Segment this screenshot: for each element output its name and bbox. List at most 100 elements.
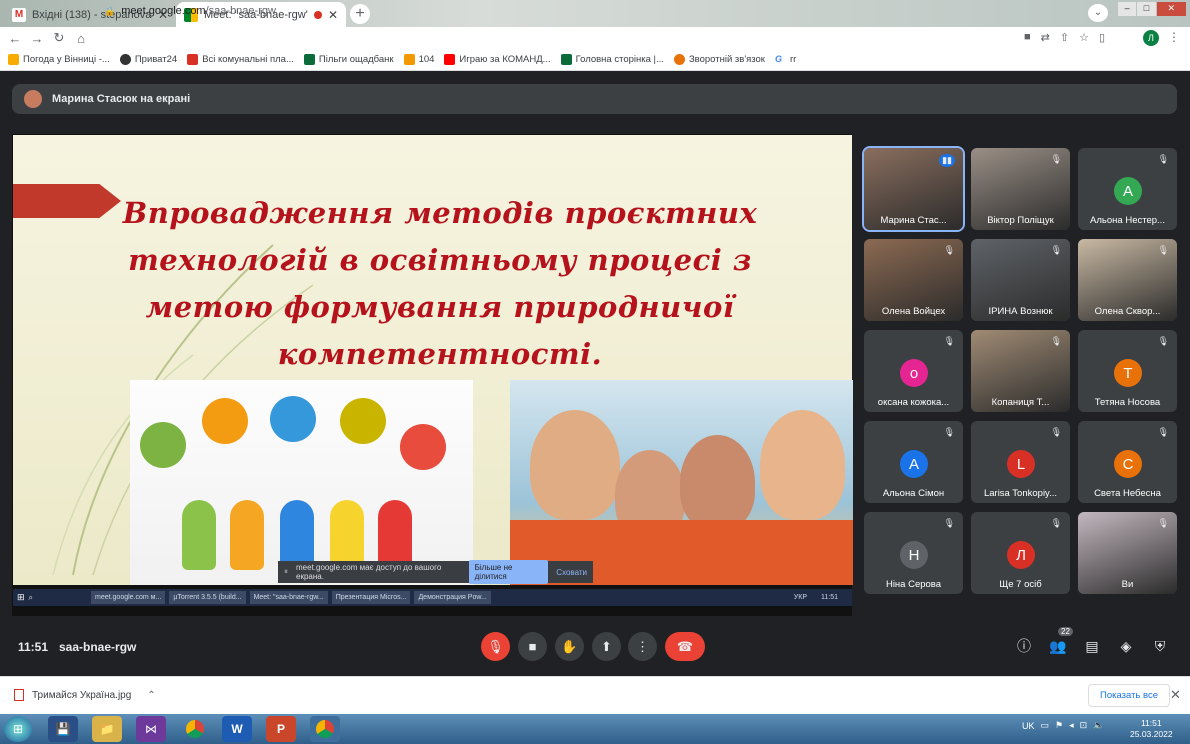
show-all-downloads-button[interactable]: Показать все: [1088, 684, 1170, 707]
battery-icon[interactable]: ▭: [1041, 720, 1050, 731]
bookmark-item[interactable]: Приват24: [119, 54, 178, 65]
mic-off-icon: 🎙: [943, 336, 955, 346]
tray-arrow-icon[interactable]: ◂: [1069, 720, 1074, 731]
hangup-icon: ☎: [676, 638, 694, 654]
hide-button[interactable]: Сховати: [556, 568, 587, 577]
leave-call-button[interactable]: ☎: [665, 632, 705, 661]
mic-off-icon: 🎙: [943, 427, 955, 437]
volume-icon[interactable]: 🔈: [1093, 720, 1104, 731]
forward-icon[interactable]: →: [26, 31, 48, 46]
activities-button[interactable]: ◈: [1116, 636, 1136, 656]
sidepanel-icon[interactable]: ▯: [1099, 31, 1105, 44]
close-window-icon[interactable]: ✕: [1156, 2, 1186, 16]
presenter-banner: Марина Стасюк на екрані: [12, 84, 1177, 114]
participant-tile[interactable]: Л 🎙 Ще 7 осіб: [971, 512, 1070, 594]
participant-tile[interactable]: о 🎙 оксана кожока...: [864, 330, 963, 412]
system-clock[interactable]: 11:51 25.03.2022: [1130, 718, 1173, 740]
mic-off-icon: 🎙: [1050, 154, 1062, 164]
raise-hand-button[interactable]: ✋: [555, 632, 584, 661]
address-bar[interactable]: 🔒 meet.google.com/saa-bnae-rgw: [104, 0, 276, 22]
taskbar-app[interactable]: 📁: [92, 716, 122, 742]
close-icon[interactable]: ✕: [1170, 687, 1181, 703]
keyboard-lang[interactable]: UK: [1022, 721, 1035, 731]
participant-tile[interactable]: ▮▮ Марина Стас...: [862, 146, 965, 232]
close-icon[interactable]: ✕: [328, 8, 338, 22]
translate-icon[interactable]: ⇄: [1041, 31, 1050, 44]
taskbar-app[interactable]: 💾: [48, 716, 78, 742]
maximize-icon[interactable]: □: [1137, 2, 1156, 16]
participant-tile[interactable]: С 🎙 Света Небесна: [1078, 421, 1177, 503]
taskbar-app[interactable]: ⋈: [136, 716, 166, 742]
gmail-icon: M: [12, 7, 26, 22]
home-icon[interactable]: ⌂: [70, 31, 92, 46]
bookmark-label: Приват24: [134, 54, 178, 65]
bookmark-item[interactable]: Зворотній зв'язок: [673, 54, 765, 65]
lock-icon: 🔒: [104, 5, 116, 16]
participant-tile[interactable]: А 🎙 Альона Сімон: [864, 421, 963, 503]
bookmark-item[interactable]: Всі комунальні пла...: [187, 54, 294, 65]
taskbar-app[interactable]: P: [266, 716, 296, 742]
participant-tile[interactable]: 🎙 ІРИНА Вознюк: [971, 239, 1070, 321]
present-button[interactable]: ⬆: [592, 632, 621, 661]
powerpoint-icon: P: [276, 722, 285, 736]
bookmark-label: Погода у Вінниці -...: [23, 54, 110, 65]
participant-tile[interactable]: Т 🎙 Тетяна Носова: [1078, 330, 1177, 412]
meeting-info-button[interactable]: ⓘ: [1014, 636, 1034, 656]
camera-toggle-button[interactable]: ■: [518, 632, 547, 661]
stop-sharing-button[interactable]: Більше не ділитися: [468, 560, 549, 584]
chevron-up-icon[interactable]: ⌃: [147, 690, 155, 701]
slide-image-children: [510, 380, 853, 585]
participant-avatar: Т: [1114, 359, 1142, 387]
profile-avatar[interactable]: Л: [1143, 30, 1159, 46]
participant-avatar: Н: [900, 541, 928, 569]
flag-icon[interactable]: ⚑: [1055, 720, 1063, 731]
participant-tile[interactable]: 🎙 Копаниця Т...: [971, 330, 1070, 412]
participant-tile[interactable]: 🎙 Ви: [1078, 512, 1177, 594]
bookmark-item[interactable]: Играю за КОМАНД...: [444, 54, 551, 65]
taskbar-app[interactable]: [180, 716, 210, 742]
mic-toggle-button[interactable]: 🎙: [481, 632, 510, 661]
participant-tile[interactable]: 🎙 Віктор Поліщук: [971, 148, 1070, 230]
participant-tile[interactable]: А 🎙 Альона Нестер...: [1078, 148, 1177, 230]
bookmark-item[interactable]: Погода у Вінниці -...: [8, 54, 110, 65]
new-tab-button[interactable]: +: [350, 4, 370, 24]
host-controls-button[interactable]: ⛨: [1150, 636, 1170, 656]
bookmark-label: Головна сторінка |...: [575, 54, 664, 65]
star-icon[interactable]: ☆: [1079, 31, 1089, 44]
participant-tile[interactable]: L 🎙 Larisa Tonkopiy...: [971, 421, 1070, 503]
folder-icon: 📁: [99, 722, 115, 736]
participant-name: Тетяна Носова: [1094, 397, 1161, 408]
taskbar-app[interactable]: W: [222, 716, 252, 742]
bookmark-item[interactable]: 104: [403, 54, 434, 65]
person-figure: [330, 500, 364, 570]
reload-icon[interactable]: ↻: [48, 30, 70, 46]
network-icon[interactable]: ⊡: [1080, 720, 1088, 731]
bookmark-item[interactable]: Головна сторінка |...: [560, 54, 664, 65]
start-button[interactable]: ⊞: [4, 716, 32, 742]
back-icon[interactable]: ←: [4, 31, 26, 46]
taskbar-app[interactable]: [310, 716, 340, 742]
mic-off-icon: 🎙: [1050, 245, 1062, 255]
bookmark-item[interactable]: Grr: [774, 54, 796, 65]
menu-icon[interactable]: ⋮: [1168, 30, 1180, 44]
camera-icon[interactable]: ■: [1024, 31, 1031, 44]
oschadbank-icon: [303, 54, 315, 65]
screen-sharing-bar: ⏸ meet.google.com має доступ до вашого е…: [278, 560, 593, 584]
chat-button[interactable]: ▤: [1082, 636, 1102, 656]
participant-name: Віктор Поліщук: [987, 215, 1054, 226]
participant-tile[interactable]: 🎙 Олена Войцех: [864, 239, 963, 321]
bookmark-item[interactable]: Пільги ощадбанк: [303, 54, 394, 65]
youtube-icon: [444, 54, 456, 65]
info-icon: ⓘ: [1017, 638, 1031, 654]
share-icon[interactable]: ⇧: [1060, 31, 1069, 44]
drag-handle-icon[interactable]: ⏸: [284, 567, 288, 577]
tab-search-icon[interactable]: ⌄: [1088, 4, 1108, 22]
people-button[interactable]: 👥: [1048, 636, 1068, 656]
slide-title: Впровадження методів проєктних технологі…: [122, 196, 758, 371]
participant-tile[interactable]: 🎙 Олена Сквор...: [1078, 239, 1177, 321]
participant-tile[interactable]: Н 🎙 Ніна Серова: [864, 512, 963, 594]
minimize-icon[interactable]: –: [1118, 2, 1137, 16]
download-item[interactable]: Тримайся Україна.jpg ⌃: [14, 689, 156, 701]
more-options-button[interactable]: ⋮: [628, 632, 657, 661]
camera-icon: ■: [528, 639, 537, 654]
